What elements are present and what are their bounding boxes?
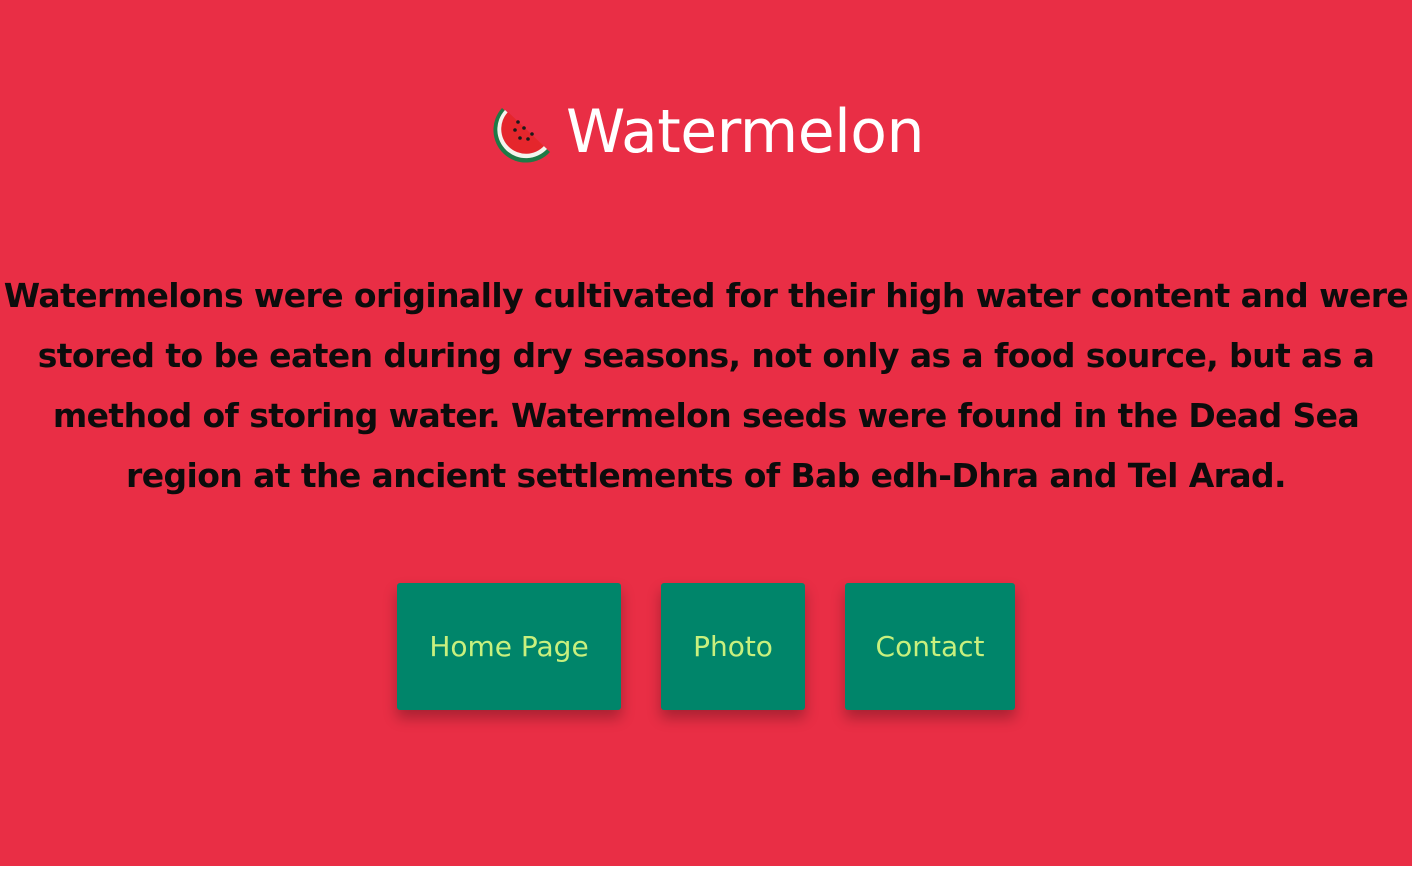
photo-button[interactable]: Photo	[661, 583, 805, 710]
page: Watermelon Watermelons were originally c…	[0, 0, 1412, 866]
home-page-button[interactable]: Home Page	[397, 583, 621, 710]
watermelon-icon	[488, 98, 556, 166]
page-title: Watermelon	[565, 97, 925, 167]
site-header: Watermelon	[0, 92, 1412, 172]
description-text: Watermelons were originally cultivated f…	[3, 276, 1409, 495]
nav-buttons: Home Page Photo Contact	[0, 583, 1412, 711]
contact-button[interactable]: Contact	[845, 583, 1015, 710]
